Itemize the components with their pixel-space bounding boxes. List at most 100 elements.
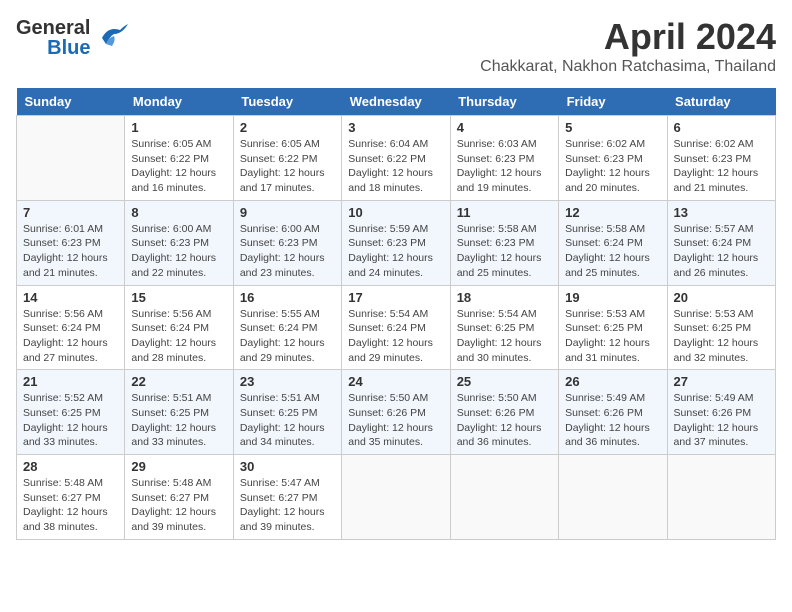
month-title: April 2024 — [480, 16, 776, 58]
logo: General Blue — [16, 16, 132, 59]
weekday-header: Sunday — [17, 88, 125, 116]
calendar-cell: 27 Sunrise: 5:49 AM Sunset: 6:26 PM Dayli… — [667, 370, 775, 455]
day-number: 15 — [131, 290, 226, 305]
day-info: Sunrise: 5:58 AM Sunset: 6:23 PM Dayligh… — [457, 222, 552, 281]
day-info: Sunrise: 5:50 AM Sunset: 6:26 PM Dayligh… — [457, 391, 552, 450]
calendar-cell: 12 Sunrise: 5:58 AM Sunset: 6:24 PM Dayli… — [559, 200, 667, 285]
calendar-cell: 18Sunrise: 5:54 AM Sunset: 6:25 PM Dayli… — [450, 285, 558, 370]
day-info: Sunrise: 6:00 AM Sunset: 6:23 PM Dayligh… — [131, 222, 226, 281]
calendar-cell — [559, 455, 667, 540]
day-info: Sunrise: 5:59 AM Sunset: 6:23 PM Dayligh… — [348, 222, 443, 281]
logo-general: General — [16, 18, 90, 38]
calendar-cell: 20 Sunrise: 5:53 AM Sunset: 6:25 PM Dayli… — [667, 285, 775, 370]
calendar-week-row: 7 Sunrise: 6:01 AM Sunset: 6:23 PM Daylig… — [17, 200, 776, 285]
calendar-cell: 17 Sunrise: 5:54 AM Sunset: 6:24 PM Dayli… — [342, 285, 450, 370]
day-number: 28 — [23, 459, 118, 474]
day-number: 25 — [457, 374, 552, 389]
calendar-week-row: 14 Sunrise: 5:56 AM Sunset: 6:24 PM Dayli… — [17, 285, 776, 370]
day-info: Sunrise: 5:53 AM Sunset: 6:25 PM Dayligh… — [674, 307, 769, 366]
weekday-header: Thursday — [450, 88, 558, 116]
weekday-header: Saturday — [667, 88, 775, 116]
calendar-cell: 4 Sunrise: 6:03 AM Sunset: 6:23 PM Daylig… — [450, 116, 558, 201]
weekday-header: Monday — [125, 88, 233, 116]
day-info: Sunrise: 6:04 AM Sunset: 6:22 PM Dayligh… — [348, 137, 443, 196]
weekday-header-row: SundayMondayTuesdayWednesdayThursdayFrid… — [17, 88, 776, 116]
calendar-cell: 19Sunrise: 5:53 AM Sunset: 6:25 PM Dayli… — [559, 285, 667, 370]
location-title: Chakkarat, Nakhon Ratchasima, Thailand — [480, 58, 776, 76]
day-number: 2 — [240, 120, 335, 135]
day-number: 4 — [457, 120, 552, 135]
day-info: Sunrise: 5:51 AM Sunset: 6:25 PM Dayligh… — [240, 391, 335, 450]
calendar-cell — [17, 116, 125, 201]
calendar-cell: 1 Sunrise: 6:05 AM Sunset: 6:22 PM Daylig… — [125, 116, 233, 201]
day-info: Sunrise: 5:55 AM Sunset: 6:24 PM Dayligh… — [240, 307, 335, 366]
day-number: 23 — [240, 374, 335, 389]
calendar-cell: 5 Sunrise: 6:02 AM Sunset: 6:23 PM Daylig… — [559, 116, 667, 201]
calendar-cell: 28 Sunrise: 5:48 AM Sunset: 6:27 PM Dayli… — [17, 455, 125, 540]
calendar-cell: 6Sunrise: 6:02 AM Sunset: 6:23 PM Daylig… — [667, 116, 775, 201]
day-info: Sunrise: 6:05 AM Sunset: 6:22 PM Dayligh… — [131, 137, 226, 196]
day-info: Sunrise: 6:01 AM Sunset: 6:23 PM Dayligh… — [23, 222, 118, 281]
day-number: 14 — [23, 290, 118, 305]
calendar-week-row: 28 Sunrise: 5:48 AM Sunset: 6:27 PM Dayli… — [17, 455, 776, 540]
weekday-header: Wednesday — [342, 88, 450, 116]
day-number: 8 — [131, 205, 226, 220]
day-info: Sunrise: 6:05 AM Sunset: 6:22 PM Dayligh… — [240, 137, 335, 196]
day-info: Sunrise: 5:52 AM Sunset: 6:25 PM Dayligh… — [23, 391, 118, 450]
calendar-cell: 13Sunrise: 5:57 AM Sunset: 6:24 PM Dayli… — [667, 200, 775, 285]
day-info: Sunrise: 5:54 AM Sunset: 6:24 PM Dayligh… — [348, 307, 443, 366]
day-number: 22 — [131, 374, 226, 389]
calendar-cell: 24Sunrise: 5:50 AM Sunset: 6:26 PM Dayli… — [342, 370, 450, 455]
calendar-cell: 9Sunrise: 6:00 AM Sunset: 6:23 PM Daylig… — [233, 200, 341, 285]
calendar-cell: 23 Sunrise: 5:51 AM Sunset: 6:25 PM Dayli… — [233, 370, 341, 455]
calendar-cell: 16 Sunrise: 5:55 AM Sunset: 6:24 PM Dayli… — [233, 285, 341, 370]
day-info: Sunrise: 5:48 AM Sunset: 6:27 PM Dayligh… — [23, 476, 118, 535]
calendar-cell — [342, 455, 450, 540]
day-info: Sunrise: 5:48 AM Sunset: 6:27 PM Dayligh… — [131, 476, 226, 535]
day-number: 1 — [131, 120, 226, 135]
calendar-cell: 29Sunrise: 5:48 AM Sunset: 6:27 PM Dayli… — [125, 455, 233, 540]
day-info: Sunrise: 5:51 AM Sunset: 6:25 PM Dayligh… — [131, 391, 226, 450]
calendar-cell — [667, 455, 775, 540]
day-info: Sunrise: 5:49 AM Sunset: 6:26 PM Dayligh… — [565, 391, 660, 450]
calendar-cell: 22 Sunrise: 5:51 AM Sunset: 6:25 PM Dayli… — [125, 370, 233, 455]
calendar-cell: 8 Sunrise: 6:00 AM Sunset: 6:23 PM Daylig… — [125, 200, 233, 285]
weekday-header: Friday — [559, 88, 667, 116]
day-number: 27 — [674, 374, 769, 389]
day-info: Sunrise: 5:58 AM Sunset: 6:24 PM Dayligh… — [565, 222, 660, 281]
calendar-cell: 11Sunrise: 5:58 AM Sunset: 6:23 PM Dayli… — [450, 200, 558, 285]
day-number: 3 — [348, 120, 443, 135]
calendar-cell: 21 Sunrise: 5:52 AM Sunset: 6:25 PM Dayli… — [17, 370, 125, 455]
day-number: 16 — [240, 290, 335, 305]
day-info: Sunrise: 6:00 AM Sunset: 6:23 PM Dayligh… — [240, 222, 335, 281]
calendar-cell: 30Sunrise: 5:47 AM Sunset: 6:27 PM Dayli… — [233, 455, 341, 540]
day-info: Sunrise: 5:56 AM Sunset: 6:24 PM Dayligh… — [131, 307, 226, 366]
day-info: Sunrise: 6:02 AM Sunset: 6:23 PM Dayligh… — [565, 137, 660, 196]
calendar-cell: 25 Sunrise: 5:50 AM Sunset: 6:26 PM Dayli… — [450, 370, 558, 455]
calendar-cell: 3 Sunrise: 6:04 AM Sunset: 6:22 PM Daylig… — [342, 116, 450, 201]
day-info: Sunrise: 5:56 AM Sunset: 6:24 PM Dayligh… — [23, 307, 118, 366]
logo-blue: Blue — [47, 38, 90, 58]
day-number: 26 — [565, 374, 660, 389]
weekday-header: Tuesday — [233, 88, 341, 116]
calendar-cell: 7 Sunrise: 6:01 AM Sunset: 6:23 PM Daylig… — [17, 200, 125, 285]
day-number: 20 — [674, 290, 769, 305]
day-number: 12 — [565, 205, 660, 220]
day-number: 21 — [23, 374, 118, 389]
day-number: 17 — [348, 290, 443, 305]
title-block: April 2024 Chakkarat, Nakhon Ratchasima,… — [480, 16, 776, 76]
calendar-week-row: 21 Sunrise: 5:52 AM Sunset: 6:25 PM Dayli… — [17, 370, 776, 455]
page-header: General Blue April 2024 Chakkarat, Nakho… — [16, 16, 776, 76]
day-number: 5 — [565, 120, 660, 135]
day-number: 10 — [348, 205, 443, 220]
day-info: Sunrise: 5:47 AM Sunset: 6:27 PM Dayligh… — [240, 476, 335, 535]
day-info: Sunrise: 6:03 AM Sunset: 6:23 PM Dayligh… — [457, 137, 552, 196]
calendar-cell: 10 Sunrise: 5:59 AM Sunset: 6:23 PM Dayli… — [342, 200, 450, 285]
calendar-cell: 2 Sunrise: 6:05 AM Sunset: 6:22 PM Daylig… — [233, 116, 341, 201]
day-number: 24 — [348, 374, 443, 389]
day-number: 13 — [674, 205, 769, 220]
day-info: Sunrise: 6:02 AM Sunset: 6:23 PM Dayligh… — [674, 137, 769, 196]
calendar-cell: 14 Sunrise: 5:56 AM Sunset: 6:24 PM Dayli… — [17, 285, 125, 370]
day-info: Sunrise: 5:49 AM Sunset: 6:26 PM Dayligh… — [674, 391, 769, 450]
day-number: 7 — [23, 205, 118, 220]
